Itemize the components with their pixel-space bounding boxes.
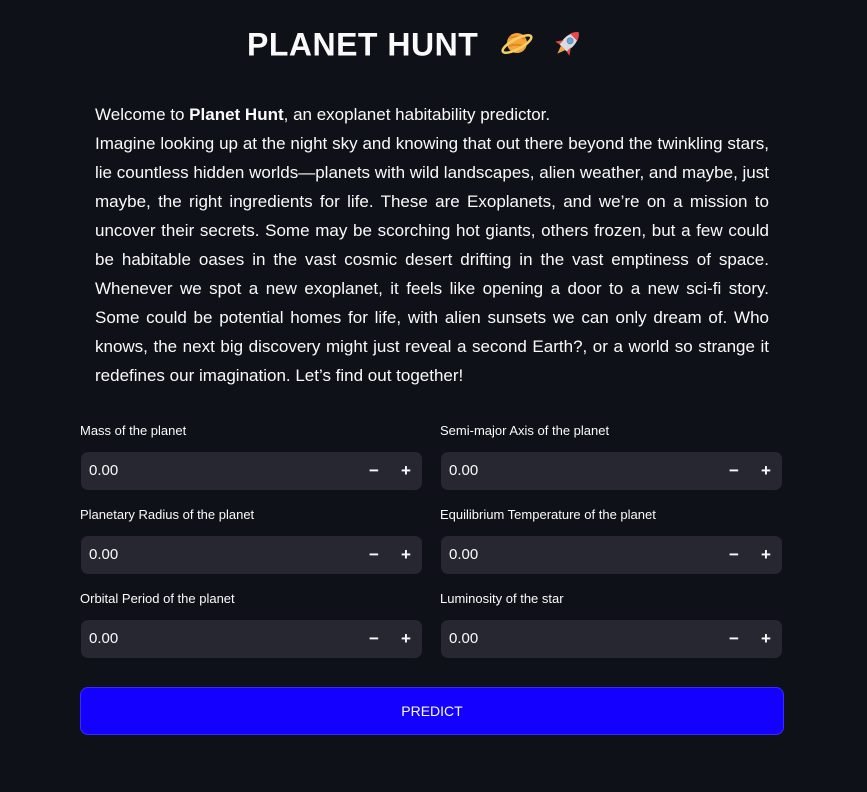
mass-increment-button[interactable]: + xyxy=(390,452,422,490)
eq-temp-value[interactable]: 0.00 xyxy=(449,536,478,574)
semi-major-axis-decrement-button[interactable]: − xyxy=(718,452,750,490)
luminosity-input[interactable]: 0.00 − + xyxy=(441,620,782,658)
radius-value[interactable]: 0.00 xyxy=(89,536,118,574)
semi-major-axis-field: Semi-major Axis of the planet 0.00 − + xyxy=(440,422,783,490)
app-name: Planet Hunt xyxy=(189,105,284,124)
mass-input[interactable]: 0.00 − + xyxy=(81,452,422,490)
ringed-planet-icon xyxy=(500,26,534,68)
orbital-period-label: Orbital Period of the planet xyxy=(80,591,235,606)
orbital-period-value[interactable]: 0.00 xyxy=(89,620,118,658)
eq-temp-input[interactable]: 0.00 − + xyxy=(441,536,782,574)
eq-temp-label: Equilibrium Temperature of the planet xyxy=(440,507,656,522)
luminosity-decrement-button[interactable]: − xyxy=(718,620,750,658)
orbital-period-decrement-button[interactable]: − xyxy=(358,620,390,658)
eq-temp-increment-button[interactable]: + xyxy=(750,536,782,574)
radius-increment-button[interactable]: + xyxy=(390,536,422,574)
semi-major-axis-value[interactable]: 0.00 xyxy=(449,452,478,490)
luminosity-value[interactable]: 0.00 xyxy=(449,620,478,658)
luminosity-label: Luminosity of the star xyxy=(440,591,564,606)
mass-decrement-button[interactable]: − xyxy=(358,452,390,490)
semi-major-axis-input[interactable]: 0.00 − + xyxy=(441,452,782,490)
mass-field: Mass of the planet 0.00 − + xyxy=(80,422,423,490)
rocket-icon xyxy=(551,26,585,68)
title-text: PLANET HUNT xyxy=(246,26,479,63)
orbital-period-increment-button[interactable]: + xyxy=(390,620,422,658)
page-title: PLANET HUNT xyxy=(0,26,832,68)
radius-decrement-button[interactable]: − xyxy=(358,536,390,574)
luminosity-field: Luminosity of the star 0.00 − + xyxy=(440,590,783,658)
eq-temp-field: Equilibrium Temperature of the planet 0.… xyxy=(440,506,783,574)
radius-label: Planetary Radius of the planet xyxy=(80,507,255,522)
eq-temp-decrement-button[interactable]: − xyxy=(718,536,750,574)
intro-paragraph: Imagine looking up at the night sky and … xyxy=(95,134,769,385)
radius-input[interactable]: 0.00 − + xyxy=(81,536,422,574)
mass-value[interactable]: 0.00 xyxy=(89,452,118,490)
radius-field: Planetary Radius of the planet 0.00 − + xyxy=(80,506,423,574)
intro-text: Welcome to Planet Hunt, an exoplanet hab… xyxy=(95,100,769,390)
orbital-period-input[interactable]: 0.00 − + xyxy=(81,620,422,658)
predict-button[interactable]: PREDICT xyxy=(80,687,784,735)
welcome-line: Welcome to Planet Hunt, an exoplanet hab… xyxy=(95,105,551,124)
orbital-period-field: Orbital Period of the planet 0.00 − + xyxy=(80,590,423,658)
mass-label: Mass of the planet xyxy=(80,423,187,438)
semi-major-axis-label: Semi-major Axis of the planet xyxy=(440,423,610,438)
app-page: PLANET HUNT Welcome to Planet Hunt, an e… xyxy=(0,0,867,792)
semi-major-axis-increment-button[interactable]: + xyxy=(750,452,782,490)
luminosity-increment-button[interactable]: + xyxy=(750,620,782,658)
